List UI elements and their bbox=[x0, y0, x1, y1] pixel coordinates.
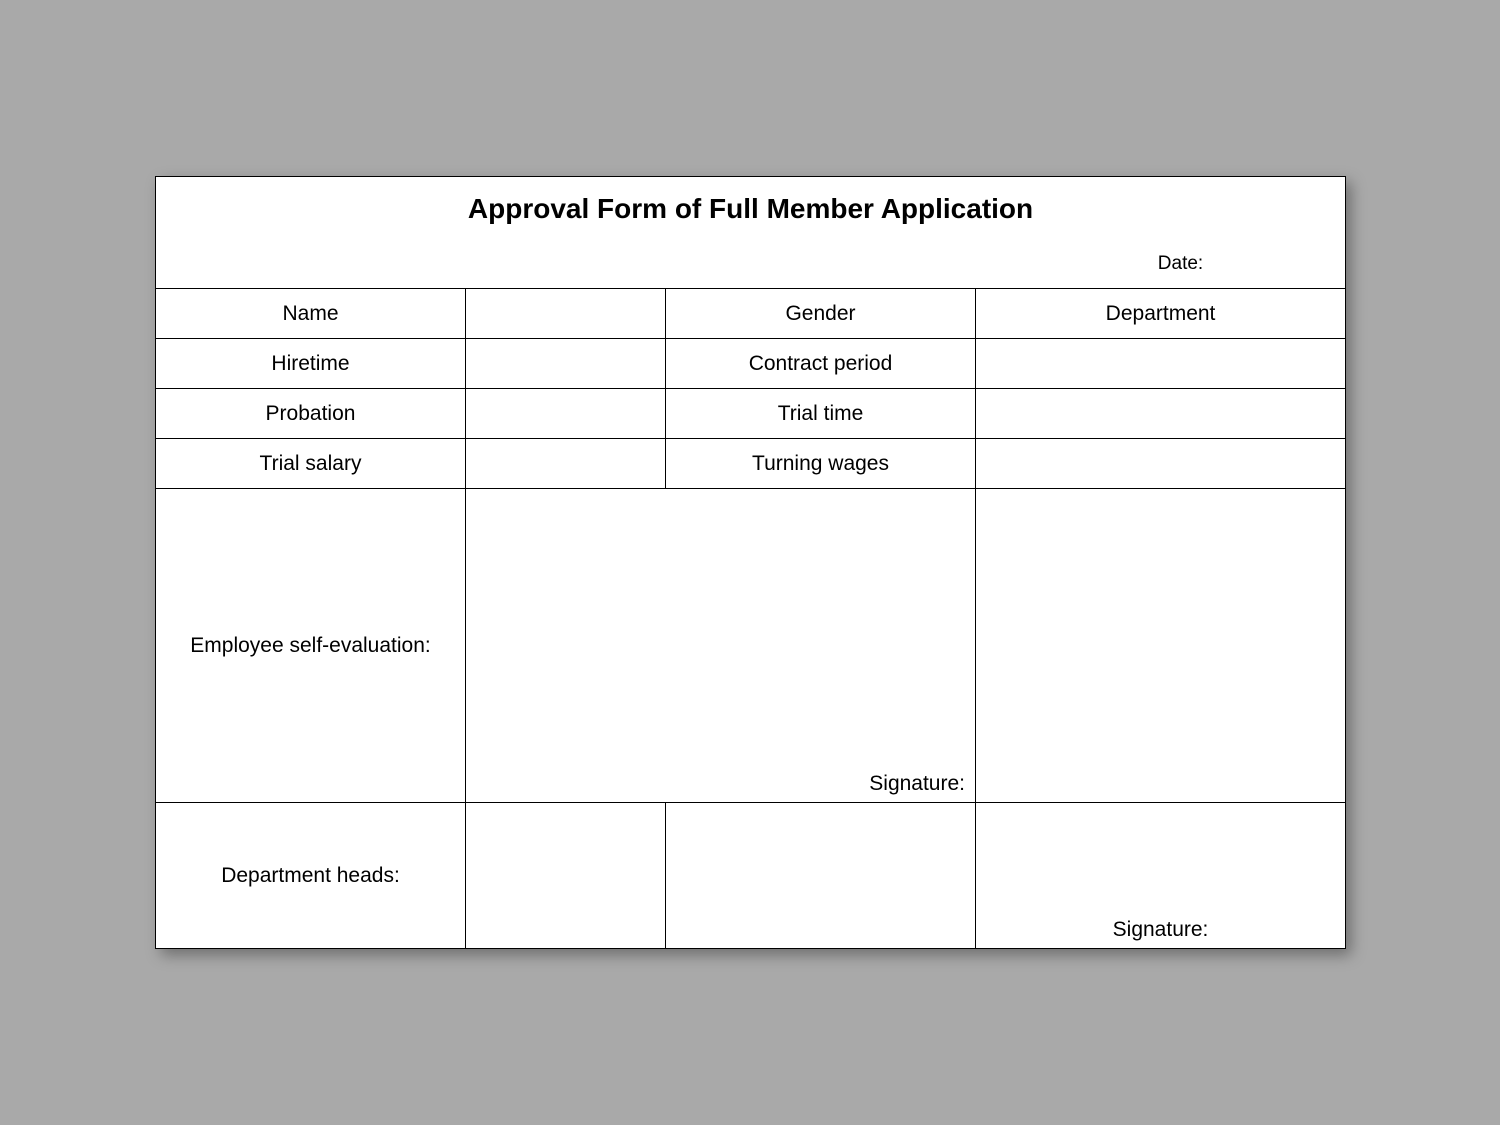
label-hiretime: Hiretime bbox=[156, 339, 466, 389]
row-self-evaluation: Employee self-evaluation: Signature: bbox=[156, 489, 1346, 803]
date-blank-4 bbox=[976, 241, 1126, 289]
date-label: Date: bbox=[1126, 241, 1236, 289]
dept-heads-col-2[interactable] bbox=[666, 803, 976, 949]
input-contract-period[interactable] bbox=[976, 339, 1346, 389]
row-department-heads: Department heads: Signature: bbox=[156, 803, 1346, 949]
date-blank-2 bbox=[466, 241, 666, 289]
label-gender: Gender bbox=[666, 289, 976, 339]
input-hiretime[interactable] bbox=[466, 339, 666, 389]
label-probation: Probation bbox=[156, 389, 466, 439]
input-name[interactable] bbox=[466, 289, 666, 339]
input-turning-wages[interactable] bbox=[976, 439, 1346, 489]
self-evaluation-right[interactable] bbox=[976, 489, 1346, 803]
row-name: Name Gender Department bbox=[156, 289, 1346, 339]
label-trial-time: Trial time bbox=[666, 389, 976, 439]
row-probation: Probation Trial time bbox=[156, 389, 1346, 439]
date-value[interactable] bbox=[1236, 241, 1346, 289]
approval-form-table: Approval Form of Full Member Application… bbox=[155, 176, 1346, 949]
row-trial-salary: Trial salary Turning wages bbox=[156, 439, 1346, 489]
input-trial-time[interactable] bbox=[976, 389, 1346, 439]
row-hiretime: Hiretime Contract period bbox=[156, 339, 1346, 389]
form-sheet: Approval Form of Full Member Application… bbox=[155, 176, 1345, 949]
dept-heads-col-1[interactable] bbox=[466, 803, 666, 949]
title-row: Approval Form of Full Member Application bbox=[156, 177, 1346, 241]
label-turning-wages: Turning wages bbox=[666, 439, 976, 489]
date-row: Date: bbox=[156, 241, 1346, 289]
label-department: Department bbox=[976, 289, 1346, 339]
label-trial-salary: Trial salary bbox=[156, 439, 466, 489]
input-probation[interactable] bbox=[466, 389, 666, 439]
dept-heads-signature-area[interactable]: Signature: bbox=[976, 803, 1346, 949]
label-name: Name bbox=[156, 289, 466, 339]
form-title: Approval Form of Full Member Application bbox=[156, 177, 1346, 241]
signature-label-2: Signature: bbox=[1113, 918, 1209, 941]
date-blank-1 bbox=[156, 241, 466, 289]
label-self-evaluation: Employee self-evaluation: bbox=[156, 489, 466, 803]
input-trial-salary[interactable] bbox=[466, 439, 666, 489]
label-contract-period: Contract period bbox=[666, 339, 976, 389]
signature-label-1: Signature: bbox=[869, 772, 965, 795]
date-blank-3 bbox=[666, 241, 976, 289]
label-department-heads: Department heads: bbox=[156, 803, 466, 949]
self-evaluation-area[interactable]: Signature: bbox=[466, 489, 976, 803]
